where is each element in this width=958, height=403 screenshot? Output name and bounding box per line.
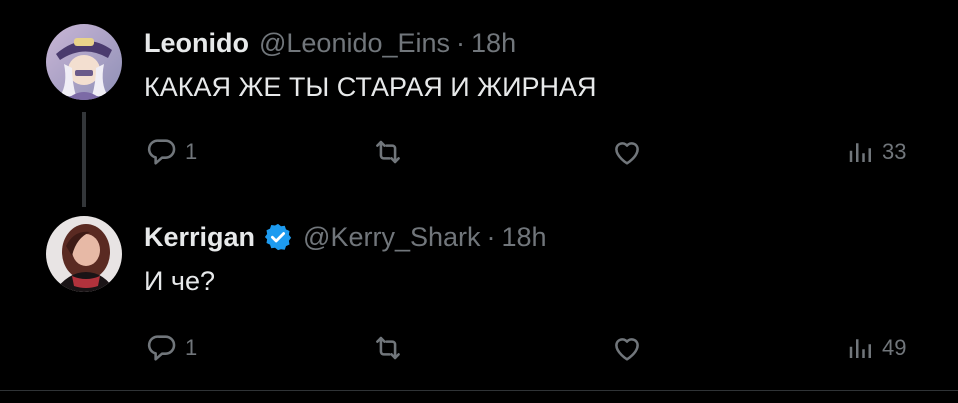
separator-dot: · (456, 27, 466, 58)
views-icon (846, 137, 876, 167)
like-button[interactable] (610, 328, 644, 368)
reply-icon (145, 135, 179, 169)
display-name[interactable]: Leonido (144, 28, 249, 59)
retweet-button[interactable] (371, 132, 405, 172)
views-count: 33 (882, 139, 907, 164)
avatar[interactable] (46, 24, 122, 100)
like-icon (610, 331, 644, 365)
retweet-icon (371, 135, 405, 169)
reply-button[interactable]: 1 (145, 132, 197, 172)
tweet[interactable]: Kerrigan @Kerry_Shark · 18h И че? 1 49 (0, 200, 958, 390)
timestamp[interactable]: 18h (471, 28, 516, 59)
user-handle[interactable]: @Kerry_Shark (303, 222, 480, 253)
views-count: 49 (882, 335, 907, 360)
user-handle[interactable]: @Leonido_Eins (259, 28, 450, 59)
retweet-button[interactable] (371, 328, 405, 368)
like-icon (610, 135, 644, 169)
tweet-text: КАКАЯ ЖЕ ТЫ СТАРАЯ И ЖИРНАЯ (144, 72, 597, 102)
action-bar: 1 (0, 132, 958, 172)
display-name[interactable]: Kerrigan (144, 222, 255, 253)
views-button[interactable]: 33 (846, 132, 906, 172)
reply-button[interactable]: 1 (145, 328, 197, 368)
tweet-header: Leonido @Leonido_Eins · 18h (144, 25, 516, 61)
tweet[interactable]: Leonido @Leonido_Eins · 18h КАКАЯ ЖЕ ТЫ … (0, 0, 958, 207)
divider (0, 390, 958, 391)
reply-count: 1 (185, 335, 198, 360)
like-button[interactable] (610, 132, 644, 172)
reply-count: 1 (185, 139, 198, 164)
verified-badge-icon (263, 222, 293, 252)
views-button[interactable]: 49 (846, 328, 906, 368)
tweet-text: И че? (144, 266, 216, 296)
separator-dot: · (486, 221, 496, 252)
avatar[interactable] (46, 216, 122, 292)
views-icon (846, 333, 876, 363)
timestamp[interactable]: 18h (502, 222, 547, 253)
reply-icon (145, 331, 179, 365)
retweet-icon (371, 331, 405, 365)
tweet-header: Kerrigan @Kerry_Shark · 18h (144, 219, 547, 255)
action-bar: 1 (0, 328, 958, 368)
